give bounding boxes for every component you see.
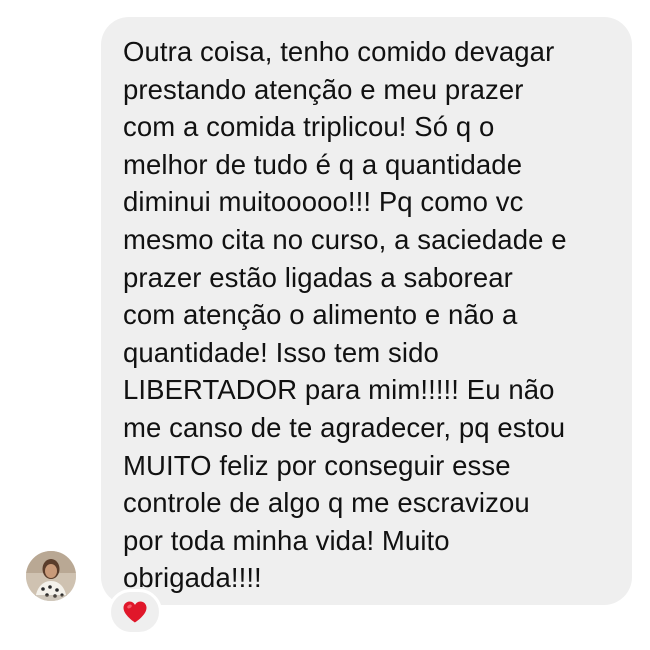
message-line: LIBERTADOR para mim!!!!! Eu não <box>123 374 555 406</box>
avatar-photo-icon <box>26 551 76 601</box>
message-line: diminui muitooooo!!! Pq como vc <box>123 186 524 218</box>
message-line: com atenção o alimento e não a <box>123 299 518 331</box>
message-line: controle de algo q me escravizou <box>123 487 530 519</box>
message-line: melhor de tudo é q a quantidade <box>123 148 523 180</box>
red-heart-icon <box>123 601 147 623</box>
message-line: quantidade! Isso tem sido <box>123 336 439 368</box>
reaction-badge[interactable] <box>108 589 162 635</box>
sender-avatar[interactable] <box>26 551 76 601</box>
message-line: MUITO feliz por conseguir esse <box>123 449 511 481</box>
message-line: com a comida triplicou! Só q o <box>123 111 495 143</box>
message-line: me canso de te agradecer, pq estou <box>123 411 566 443</box>
message-line: por toda minha vida! Muito <box>123 524 450 556</box>
message-line: mesmo cita no curso, a saciedade e <box>123 223 567 255</box>
message-text: Outra coisa, tenho comido devagar presta… <box>123 33 614 597</box>
message-line: Outra coisa, tenho comido devagar <box>123 36 555 67</box>
message-line: prazer estão ligadas a saborear <box>123 261 513 293</box>
chat-screen: Outra coisa, tenho comido devagar presta… <box>0 0 650 650</box>
message-line: prestando atenção e meu prazer <box>123 73 524 105</box>
message-bubble[interactable]: Outra coisa, tenho comido devagar presta… <box>101 17 632 605</box>
